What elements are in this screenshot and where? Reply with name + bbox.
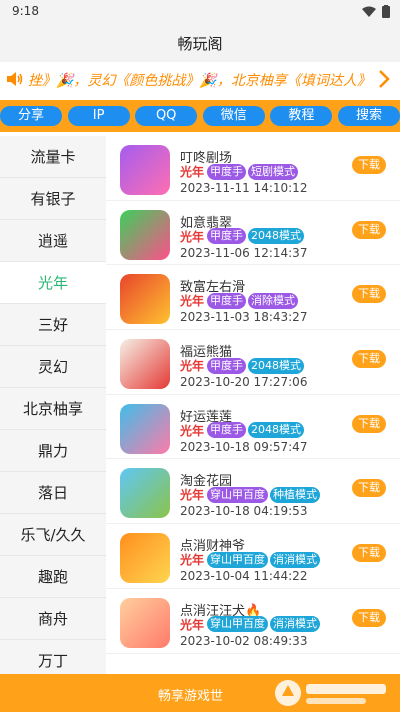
tag-badge: 消消模式 — [270, 551, 321, 568]
game-list: 叮咚剧场 光年 甲度手 短剧模式 2023-11-11 14:10:12 下载 如意… — [106, 136, 400, 674]
download-button[interactable]: 下载 — [352, 479, 386, 498]
download-button[interactable]: 下载 — [352, 285, 386, 304]
ip-button[interactable]: IP — [67, 106, 130, 126]
tag-badge: 2048模式 — [248, 228, 305, 245]
battery-icon — [382, 5, 390, 18]
download-button[interactable]: 下载 — [352, 608, 386, 627]
download-button[interactable]: 下载 — [352, 220, 386, 239]
download-button[interactable]: 下载 — [352, 544, 386, 563]
sidebar-item-liuliangka[interactable]: 流量卡 — [0, 136, 106, 178]
tag-badge: 穿山甲百度 — [207, 551, 269, 568]
share-button[interactable]: 分享 — [0, 106, 62, 126]
chevron-right-icon[interactable] — [378, 69, 390, 89]
sidebar-item-qupao[interactable]: 趣跑 — [0, 556, 106, 598]
tutorial-button[interactable]: 教程 — [270, 106, 333, 126]
sidebar-item-linghuan[interactable]: 灵幻 — [0, 346, 106, 388]
sidebar-item-shangzhou[interactable]: 商舟 — [0, 598, 106, 640]
app-title: 畅玩阁 — [177, 35, 223, 53]
footer-text: 畅享游戏世 — [158, 689, 224, 704]
action-bar: 分享 IP QQ 微信 教程 搜索 — [0, 100, 400, 132]
sidebar-item-luori[interactable]: 落日 — [0, 472, 106, 514]
tag-badge: 种植模式 — [270, 486, 321, 503]
tag-badge: 甲度手 — [207, 163, 247, 180]
sidebar-item-wanding[interactable]: 万丁 — [0, 640, 106, 674]
tag-badge: 消消模式 — [270, 616, 321, 633]
list-item[interactable]: 福运熊猫 光年 甲度手 2048模式 2023-10-20 17:27:06 下载 — [106, 330, 400, 395]
list-item[interactable]: 叮咚剧场 光年 甲度手 短剧模式 2023-11-11 14:10:12 下载 — [106, 136, 400, 201]
wifi-icon — [362, 6, 376, 17]
sidebar-item-sanhao[interactable]: 三好 — [0, 304, 106, 346]
list-item[interactable]: 好运莲莲 光年 甲度手 2048模式 2023-10-18 09:57:47 下载 — [106, 395, 400, 460]
download-button[interactable]: 下载 — [352, 156, 386, 174]
bottom-bar: 畅享游戏世 — [0, 674, 400, 712]
list-item[interactable]: 点消汪汪犬🔥 光年 穿山甲百度 消消模式 2023-10-02 08:49:33 下… — [106, 589, 400, 654]
platform-label: 光年 — [180, 165, 205, 179]
tag-badge: 甲度手 — [207, 228, 247, 245]
title-bar: 畅玩阁 — [0, 24, 400, 62]
tag-badge: 短剧模式 — [248, 163, 299, 180]
tag-badge: 穿山甲百度 — [207, 486, 269, 503]
sidebar-item-dingli[interactable]: 鼎力 — [0, 430, 106, 472]
tag-badge: 消除模式 — [248, 292, 299, 309]
game-thumbnail — [120, 209, 170, 260]
search-button[interactable]: 搜索 — [337, 106, 400, 126]
game-thumbnail — [120, 533, 170, 584]
marquee-text: 挫》🎉，灵幻《颜色挑战》🎉，北京柚享《填词达人》🎉 — [28, 73, 368, 89]
game-thumbnail — [120, 145, 170, 195]
platform-label: 光年 — [180, 553, 205, 568]
download-button[interactable]: 下载 — [352, 350, 386, 369]
sidebar-item-beijing-youxiang[interactable]: 北京柚享 — [0, 388, 106, 430]
wechat-button[interactable]: 微信 — [202, 106, 265, 126]
list-item[interactable]: 如意翡翠 光年 甲度手 2048模式 2023-11-06 12:14:37 下载 — [106, 201, 400, 266]
tag-badge: 甲度手 — [207, 422, 247, 439]
game-date: 2023-10-18 09:57:47 — [180, 439, 308, 454]
list-item[interactable]: 点消财神爷 光年 穿山甲百度 消消模式 2023-10-04 11:44:22 下载 — [106, 524, 400, 589]
tag-badge: 穿山甲百度 — [207, 616, 269, 633]
sidebar-item-youyinzi[interactable]: 有银子 — [0, 178, 106, 220]
game-date: 2023-10-02 08:49:33 — [180, 633, 308, 648]
platform-label: 光年 — [180, 423, 205, 438]
status-time: 9:18 — [12, 4, 39, 18]
sidebar-item-xiaoyao[interactable]: 逍遥 — [0, 220, 106, 262]
sidebar-item-guangnian[interactable]: 光年 — [0, 262, 106, 304]
speaker-icon — [7, 72, 23, 86]
game-date: 2023-11-03 18:43:27 — [180, 310, 308, 325]
game-date: 2023-10-18 04:19:53 — [180, 504, 308, 519]
game-thumbnail — [120, 339, 170, 390]
tag-badge: 2048模式 — [248, 422, 305, 439]
platform-label: 光年 — [180, 229, 205, 244]
platform-label: 光年 — [180, 617, 205, 632]
tag-badge: 甲度手 — [207, 357, 247, 374]
game-thumbnail — [120, 597, 170, 648]
system-icons — [362, 5, 390, 18]
tag-badge: 甲度手 — [207, 292, 247, 309]
list-item[interactable]: 淘金花园 光年 穿山甲百度 种植模式 2023-10-18 04:19:53 下载 — [106, 459, 400, 525]
game-thumbnail — [120, 403, 170, 454]
platform-label: 光年 — [180, 294, 205, 309]
announcement-marquee[interactable]: 挫》🎉，灵幻《颜色挑战》🎉，北京柚享《填词达人》🎉 — [0, 62, 400, 96]
sidebar-item-lefei-jiujiu[interactable]: 乐飞/久久 — [0, 514, 106, 556]
watermark-logo-icon — [275, 680, 386, 706]
platform-label: 光年 — [180, 488, 205, 503]
game-date: 2023-11-11 14:10:12 — [180, 181, 308, 195]
tag-badge: 2048模式 — [248, 357, 305, 374]
platform-label: 光年 — [180, 359, 205, 374]
download-button[interactable]: 下载 — [352, 414, 386, 433]
status-bar: 9:18 — [0, 0, 400, 24]
list-item[interactable]: 致富左右滑 光年 甲度手 消除模式 2023-11-03 18:43:27 下载 — [106, 265, 400, 331]
game-date: 2023-10-20 17:27:06 — [180, 375, 308, 390]
category-sidebar: 流量卡 有银子 逍遥 光年 三好 灵幻 北京柚享 鼎力 落日 乐飞/久久 趣跑 … — [0, 136, 106, 674]
game-date: 2023-10-04 11:44:22 — [180, 569, 308, 584]
game-thumbnail — [120, 468, 170, 519]
game-thumbnail — [120, 274, 170, 325]
game-date: 2023-11-06 12:14:37 — [180, 245, 308, 260]
qq-button[interactable]: QQ — [135, 106, 198, 126]
